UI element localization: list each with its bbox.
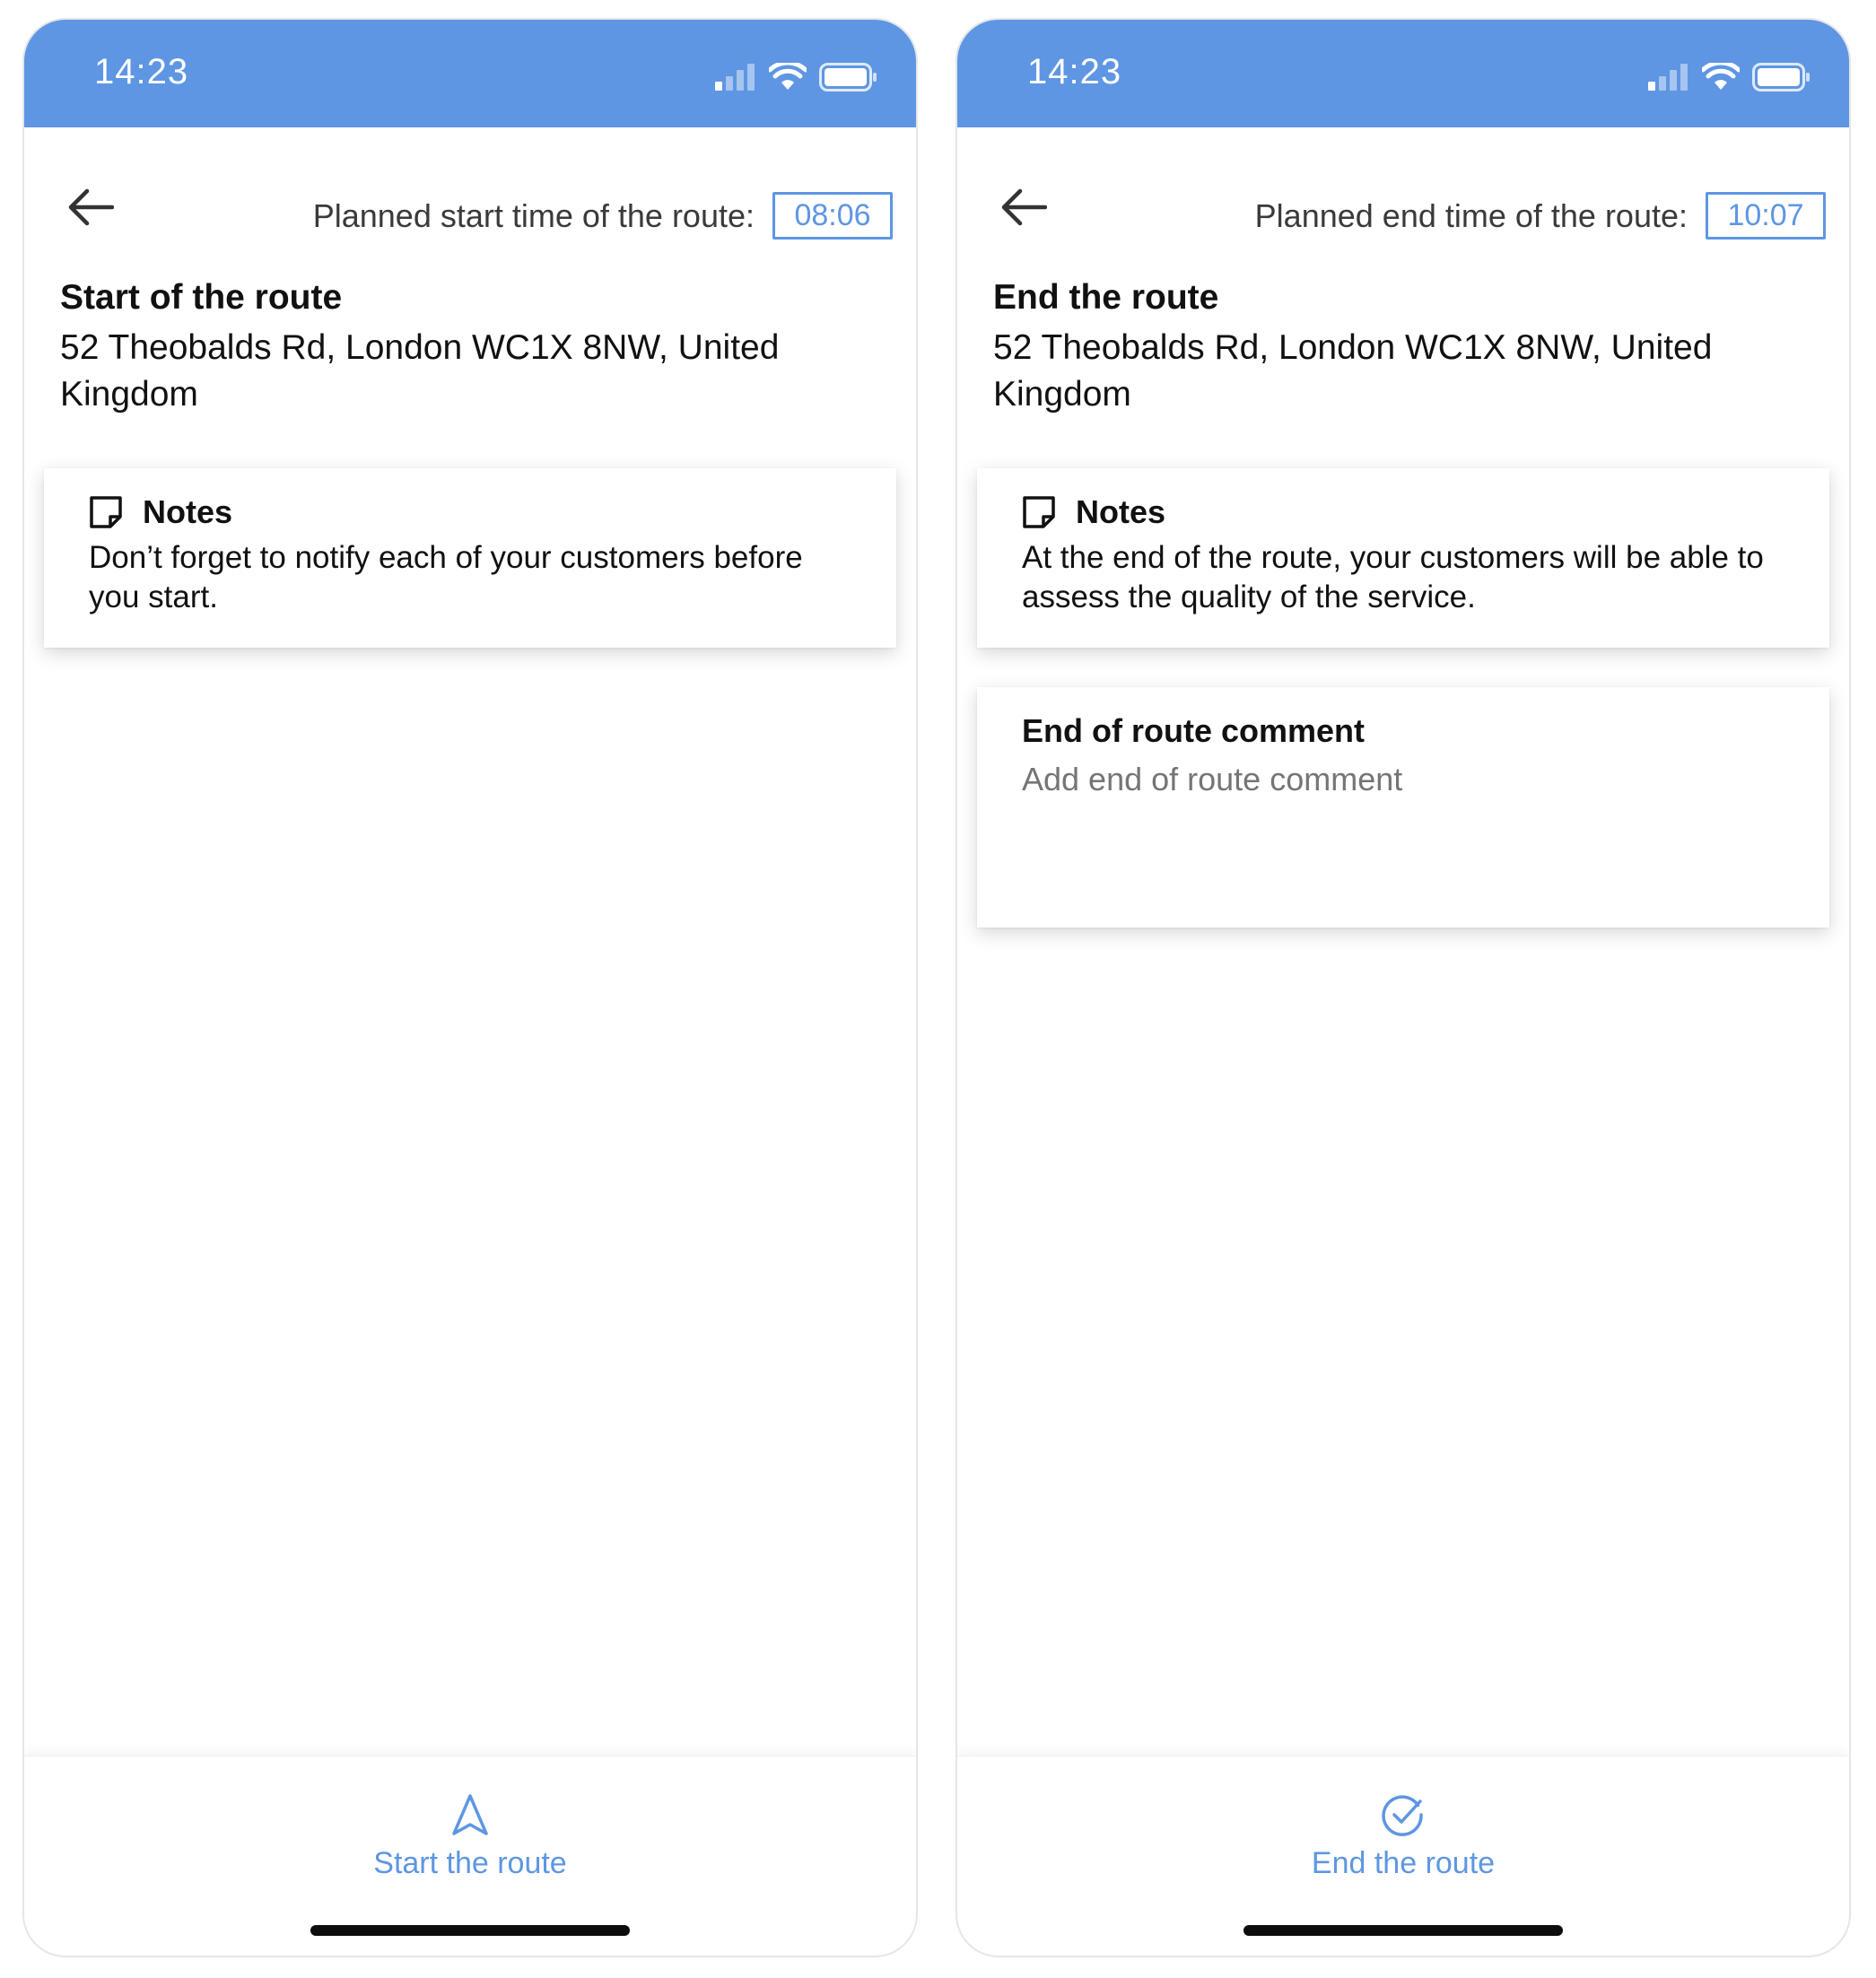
- start-route-button[interactable]: Start the route: [24, 1792, 916, 1881]
- notes-card: Notes At the end of the route, your cust…: [977, 468, 1829, 648]
- status-time: 14:23: [1027, 52, 1122, 91]
- end-route-comment-card[interactable]: End of route comment: [977, 687, 1829, 928]
- route-address: 52 Theobalds Rd, London WC1X 8NW, United…: [993, 328, 1713, 414]
- planned-time: Planned start time of the route: 08:06: [313, 192, 893, 240]
- home-indicator: [310, 1925, 630, 1936]
- end-route-comment-input[interactable]: [1022, 761, 1793, 798]
- end-route-button[interactable]: End the route: [957, 1792, 1849, 1881]
- bottom-action-bar: Start the route: [24, 1756, 916, 1956]
- note-icon: [90, 496, 122, 528]
- status-bar: 14:23: [24, 20, 916, 127]
- planned-time-value[interactable]: 08:06: [772, 192, 893, 240]
- battery-icon: [1752, 63, 1810, 91]
- notes-text: At the end of the route, your customers …: [1022, 540, 1764, 614]
- bottom-action-bar: End the route: [957, 1756, 1849, 1956]
- route-title: End the route: [993, 278, 1219, 317]
- start-route-label: Start the route: [373, 1846, 567, 1880]
- screen-header: Planned end time of the route: 10:07: [957, 127, 1849, 262]
- notes-card: Notes Don’t forget to notify each of you…: [44, 468, 896, 648]
- route-title: Start of the route: [60, 278, 343, 317]
- status-time: 14:23: [94, 52, 189, 91]
- wifi-icon: [1702, 63, 1740, 90]
- cellular-signal-icon: [715, 64, 755, 91]
- start-route-screen: 14:23 Planned start time of the route: 0…: [22, 18, 918, 1957]
- route-address: 52 Theobalds Rd, London WC1X 8NW, United…: [60, 328, 780, 414]
- wifi-icon: [769, 63, 807, 90]
- status-bar: 14:23: [957, 20, 1849, 127]
- back-arrow-icon[interactable]: [1000, 188, 1047, 226]
- planned-time-value[interactable]: 10:07: [1706, 192, 1826, 240]
- planned-time: Planned end time of the route: 10:07: [1255, 192, 1826, 240]
- screen-header: Planned start time of the route: 08:06: [24, 127, 916, 262]
- back-arrow-icon[interactable]: [67, 188, 114, 226]
- cellular-signal-icon: [1648, 64, 1688, 91]
- planned-time-label: Planned start time of the route:: [312, 196, 755, 234]
- notes-title: Notes: [1076, 493, 1166, 530]
- end-route-label: End the route: [1311, 1846, 1496, 1880]
- battery-icon: [819, 63, 877, 91]
- home-indicator: [1243, 1925, 1563, 1936]
- notes-text: Don’t forget to notify each of your cust…: [89, 540, 803, 614]
- comment-title: End of route comment: [1022, 712, 1366, 749]
- check-circle-icon: [1382, 1795, 1423, 1836]
- planned-time-label: Planned end time of the route:: [1254, 196, 1688, 234]
- end-route-screen: 14:23 Planned end time of the route: 10:…: [955, 18, 1851, 1957]
- note-icon: [1023, 496, 1055, 528]
- notes-title: Notes: [143, 493, 233, 530]
- navigation-arrow-icon: [452, 1794, 488, 1835]
